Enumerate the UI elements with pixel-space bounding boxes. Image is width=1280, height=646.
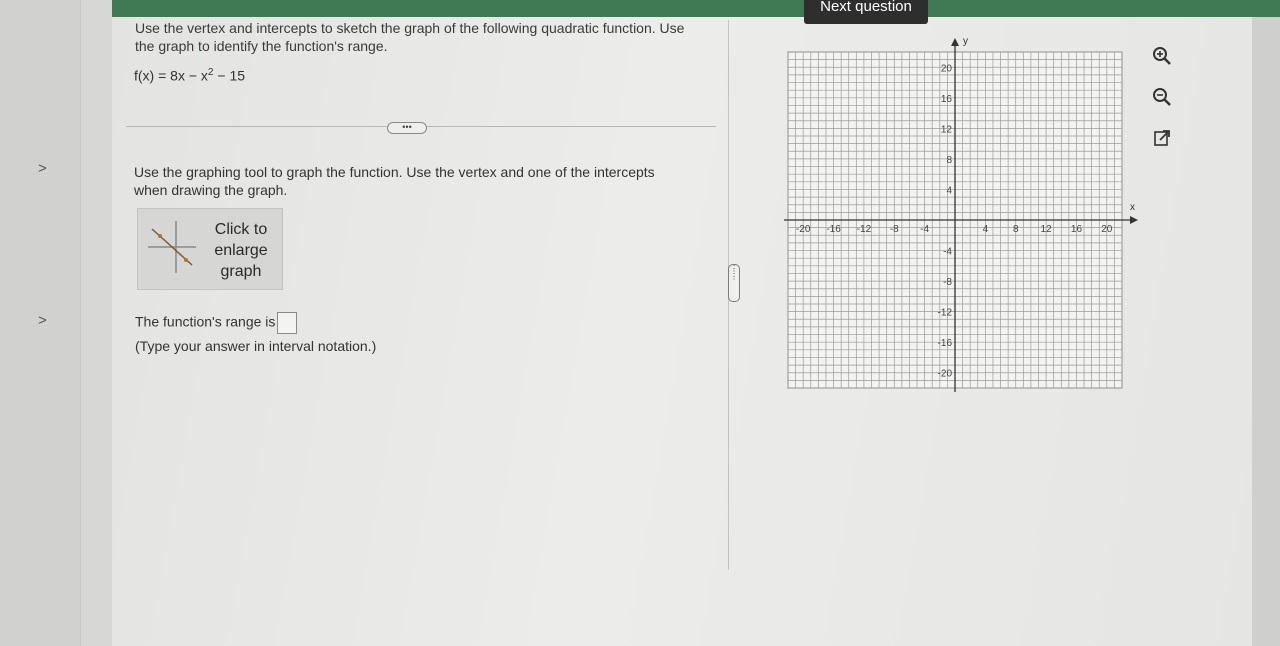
range-hint: (Type your answer in interval notation.) (135, 338, 377, 354)
y-tick-label: 8 (946, 155, 952, 166)
x-tick-label: -8 (890, 224, 899, 235)
top-bar (112, 0, 1280, 17)
enlarge-label: Click to enlarge graph (206, 219, 276, 282)
x-tick-label: -16 (826, 224, 841, 235)
enlarge-graph-button[interactable]: Click to enlarge graph (137, 208, 283, 290)
external-link-icon[interactable] (1152, 128, 1172, 148)
y-tick-label: 16 (941, 94, 953, 105)
x-tick-label: 20 (1101, 224, 1113, 235)
left-rail: > > (0, 0, 80, 646)
y-tick-label: -16 (938, 338, 953, 349)
y-tick-label: -4 (943, 247, 952, 258)
right-edge (1252, 17, 1280, 646)
range-prompt: The function's range is (135, 312, 298, 334)
enlarge-label-line: graph (220, 263, 262, 280)
enlarge-label-line: Click to (214, 221, 268, 238)
y-tick-label: -20 (938, 369, 953, 380)
function-formula: f(x) = 8x − x2 − 15 (134, 67, 245, 84)
range-label: The function's range is (135, 313, 276, 330)
x-tick-label: 8 (1013, 224, 1019, 235)
pane-resize-handle[interactable]: ⋮ ⋮ (728, 264, 740, 302)
coordinate-graph[interactable]: x y -20 -16 -12 -8 -4 4 8 12 16 20 20 16 12 8 4 -4 -8 -12 -1… (780, 34, 1140, 404)
chevron-right-icon[interactable]: > (38, 312, 47, 329)
graph-thumbnail-icon (148, 221, 196, 273)
rail-divider (80, 0, 114, 646)
page: > > Next question Use the vertex and int… (0, 0, 1280, 646)
instruction-text: Use the graphing tool to graph the funct… (134, 164, 655, 198)
x-axis-arrow (1130, 216, 1138, 224)
expand-separator-button[interactable]: ••• (387, 122, 427, 134)
y-tick-label: -12 (938, 308, 953, 319)
zoom-in-icon[interactable] (1152, 46, 1172, 66)
enlarge-label-line: enlarge (214, 242, 268, 259)
y-axis-arrow (951, 38, 959, 46)
y-tick-label: 20 (941, 63, 953, 74)
y-tick-label: 4 (946, 185, 952, 196)
zoom-out-icon[interactable] (1152, 87, 1172, 107)
formula-tail: − 15 (213, 67, 246, 84)
x-tick-label: -12 (857, 224, 872, 235)
x-axis-label: x (1130, 202, 1135, 213)
chevron-right-icon[interactable]: > (38, 160, 47, 177)
x-tick-label: -20 (796, 224, 811, 235)
next-question-button[interactable]: Next question (804, 0, 928, 24)
question-prompt: Use the vertex and intercepts to sketch … (135, 20, 685, 54)
y-tick-label: 12 (941, 124, 953, 135)
x-tick-label: 12 (1041, 224, 1053, 235)
range-answer-input[interactable] (277, 312, 298, 334)
y-axis-label: y (963, 36, 968, 47)
formula-base: f(x) = 8x − x (134, 67, 208, 84)
x-tick-label: -4 (920, 224, 929, 235)
y-tick-label: -8 (943, 277, 952, 288)
x-tick-label: 16 (1071, 224, 1083, 235)
x-tick-label: 4 (983, 224, 989, 235)
